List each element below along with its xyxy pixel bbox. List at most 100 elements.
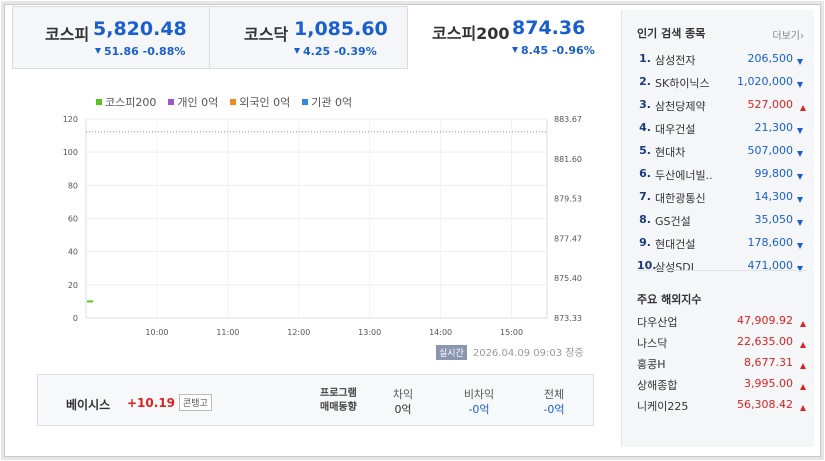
market-status: 장중 [565, 348, 584, 359]
rank-number: 7. [639, 190, 651, 203]
popular-item[interactable]: 4. 대우건설 21,300 [637, 121, 807, 143]
y-left-tick-label: 0 [73, 314, 78, 323]
direction-indicator [797, 171, 806, 184]
index-value: 8,677.31 [744, 356, 793, 369]
x-tick-label: 12:00 [287, 328, 310, 337]
stock-price: 99,800 [754, 167, 794, 180]
right-sidebar: 인기 검색 종목 더보기› 1. 삼성전자 206,500 2. SK하이닉스 1,020… [621, 10, 814, 447]
y-right-tick-label: 875.40 [554, 274, 582, 283]
index-name: 홍콩H [637, 358, 666, 371]
direction-indicator [800, 339, 806, 352]
divider [637, 270, 807, 271]
direction-indicator [800, 102, 806, 115]
rank-number: 8. [639, 213, 651, 226]
program-arbitrage: 차익 0억 [378, 387, 428, 417]
timestamp-row: 실시간 2026.04.09 09:03 장중 [436, 344, 584, 360]
y-left-tick-label: 80 [68, 181, 78, 190]
index-name: 나스닥 [637, 337, 668, 350]
y-left-tick-label: 60 [68, 215, 78, 224]
direction-indicator [797, 194, 806, 207]
up-arrow-icon [800, 321, 806, 327]
international-item[interactable]: 상해종합 3,995.00 [637, 377, 807, 399]
more-link[interactable]: 더보기› [772, 27, 804, 42]
chevron-right-icon: › [800, 31, 804, 42]
index-value: 3,995.00 [744, 377, 793, 390]
down-arrow-icon [797, 82, 803, 88]
international-title: 주요 해외지수 [637, 293, 702, 306]
stock-price: 507,000 [747, 144, 794, 157]
x-tick-label: 14:00 [429, 328, 452, 337]
popular-item[interactable]: 7. 대한광통신 14,300 [637, 190, 807, 212]
rank-number: 6. [639, 167, 651, 180]
international-item[interactable]: 니케이225 56,308.42 [637, 398, 807, 420]
y-left-tick-label: 100 [63, 148, 78, 157]
direction-indicator [797, 240, 806, 253]
y-right-tick-label: 883.67 [554, 115, 582, 124]
international-item[interactable]: 홍콩H 8,677.31 [637, 356, 807, 378]
timestamp-time: 2026.04.09 09:03 [472, 348, 563, 359]
direction-indicator [797, 56, 806, 69]
up-arrow-icon [800, 363, 806, 369]
stock-name: 삼성SDI [655, 261, 694, 274]
basis-program-panel: 베이시스 +10.19 콘탱고 프로그램 매매동향 차익 0억 비차익 -0억 … [37, 374, 594, 426]
index-name: 다우산업 [637, 316, 678, 329]
index-name: 니케이225 [637, 400, 689, 413]
rank-number: 1. [639, 52, 651, 65]
stock-name: 현대차 [655, 146, 686, 159]
direction-indicator [797, 125, 806, 138]
down-arrow-icon [797, 266, 803, 272]
popular-item[interactable]: 9. 현대건설 178,600 [637, 236, 807, 258]
rank-number: 2. [639, 75, 651, 88]
column-header: 차익 [392, 388, 414, 401]
stock-name: 두산에너빌.. [655, 169, 713, 182]
stock-price: 206,500 [747, 52, 794, 65]
popular-item[interactable]: 8. GS건설 35,050 [637, 213, 807, 235]
index-value: 22,635.00 [737, 335, 793, 348]
index-value: 47,909.92 [737, 314, 793, 327]
up-arrow-icon [800, 342, 806, 348]
popular-item[interactable]: 5. 현대차 507,000 [637, 144, 807, 166]
x-tick-label: 11:00 [216, 328, 239, 337]
y-left-tick-label: 20 [68, 281, 78, 290]
stock-name: GS건설 [655, 215, 691, 228]
column-value: -0억 [468, 403, 490, 416]
up-arrow-icon [800, 384, 806, 390]
up-arrow-icon [800, 105, 806, 111]
stock-name: 대한광통신 [655, 192, 706, 205]
y-left-tick-label: 40 [68, 248, 78, 257]
stock-name: 삼천당제약 [655, 100, 706, 113]
stock-price: 178,600 [747, 236, 794, 249]
popular-item[interactable]: 6. 두산에너빌.. 99,800 [637, 167, 807, 189]
x-tick-label: 15:00 [500, 328, 523, 337]
stock-price: 527,000 [747, 98, 794, 111]
rank-number: 5. [639, 144, 651, 157]
popular-item[interactable]: 2. SK하이닉스 1,020,000 [637, 75, 807, 97]
column-value: 0억 [394, 403, 412, 416]
stock-name: SK하이닉스 [655, 77, 710, 90]
y-right-tick-label: 879.53 [554, 195, 582, 204]
down-arrow-icon [797, 128, 803, 134]
down-arrow-icon [797, 59, 803, 65]
rank-number: 3. [639, 98, 651, 111]
stock-name: 현대건설 [655, 238, 696, 251]
direction-indicator [800, 360, 806, 373]
stock-price: 35,050 [754, 213, 794, 226]
down-arrow-icon [797, 174, 803, 180]
popular-item[interactable]: 1. 삼성전자 206,500 [637, 52, 807, 74]
program-total: 전체 -0억 [529, 387, 579, 417]
rank-number: 4. [639, 121, 651, 134]
direction-indicator [797, 217, 806, 230]
intraday-chart: 120 100 80 60 40 20 0 883.67 881.60 879.53 877.47 8… [63, 115, 582, 337]
down-arrow-icon [797, 220, 803, 226]
international-item[interactable]: 나스닥 22,635.00 [637, 335, 807, 357]
direction-indicator [800, 381, 806, 394]
popular-title: 인기 검색 종목 [637, 27, 706, 40]
up-arrow-icon [800, 405, 806, 411]
popular-item[interactable]: 3. 삼천당제약 527,000 [637, 98, 807, 120]
realtime-badge[interactable]: 실시간 [436, 345, 467, 360]
direction-indicator [797, 148, 806, 161]
international-item[interactable]: 다우산업 47,909.92 [637, 314, 807, 336]
direction-indicator [797, 79, 806, 92]
stock-price: 21,300 [754, 121, 794, 134]
x-tick-label: 10:00 [145, 328, 168, 337]
